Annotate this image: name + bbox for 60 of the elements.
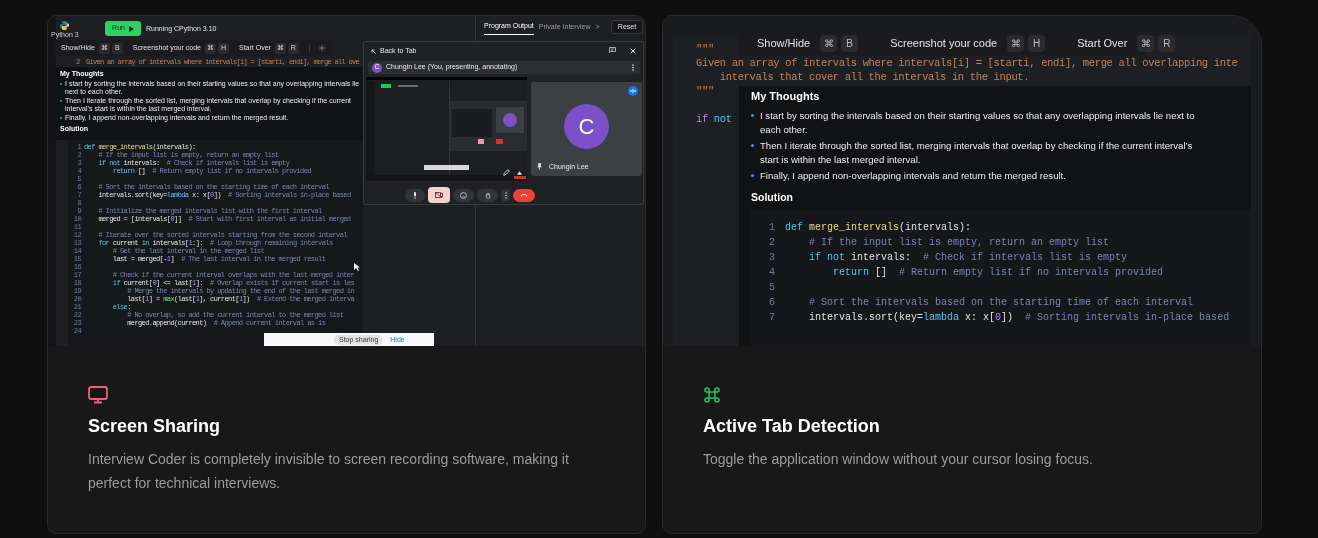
- play-icon: [128, 25, 134, 32]
- card-description: Interview Coder is completely invisible to screen recording software, making it perfect for technical interviews.: [88, 450, 570, 493]
- thought-text: Then I iterate through the sorted list, merging intervals that overlap by checking if the current interval’s start is within the last merged interval.: [760, 139, 1194, 166]
- chevron-up-icon[interactable]: [517, 171, 522, 175]
- chat-icon[interactable]: [609, 47, 616, 53]
- command-icon: [703, 386, 721, 404]
- more-icon: [504, 191, 507, 199]
- key-badge: R: [1158, 34, 1176, 52]
- shortcut-label: Start Over: [1077, 35, 1128, 51]
- section-heading: My Thoughts: [751, 90, 821, 103]
- more-button[interactable]: [501, 188, 510, 202]
- card-title: Screen Sharing: [88, 415, 222, 438]
- line-number: 3: [768, 251, 776, 265]
- code-line: # Sort the intervals based on the starting time of each interval: [808, 296, 1194, 310]
- settings-icon[interactable]: [317, 44, 326, 52]
- avatar-icon: C: [564, 104, 609, 149]
- shortcut-label: Screenshot your code: [890, 35, 998, 51]
- line-number: 7: [768, 311, 776, 325]
- thought-text: I start by sorting the intervals based on their starting values so that any overlapping intervals lie next to each other.: [760, 109, 1196, 136]
- key-badge: ⌘: [820, 34, 838, 52]
- line-number: 2: [768, 236, 776, 250]
- code-line: intervals that cover all the intervals in the input.: [718, 70, 1030, 84]
- code-line: if not: [696, 112, 732, 126]
- code-line: intervals.sort(key=lambda x: x[0]) # Sorting intervals in-place based: [808, 311, 1230, 325]
- line-number: 5: [768, 281, 776, 295]
- line-number: 4: [768, 266, 776, 280]
- line-number: 6: [768, 296, 776, 310]
- camera-off-icon: [435, 192, 443, 198]
- section-heading: Solution: [751, 190, 794, 204]
- pen-icon[interactable]: [503, 169, 510, 176]
- key-badge: ⌘: [1007, 34, 1025, 52]
- python-logo-icon: [59, 20, 70, 31]
- key-badge: H: [1028, 34, 1046, 52]
- code-line: """: [696, 84, 714, 98]
- code-line: return [] # Return empty list if no intervals provided: [832, 266, 1164, 280]
- raise-hand-button[interactable]: [477, 188, 498, 202]
- shortcut-label: Show/Hide: [757, 35, 811, 51]
- camera-button[interactable]: [428, 187, 450, 203]
- code-line: if not intervals: # Check if intervals list is empty: [808, 251, 1128, 265]
- emoji-icon: [460, 191, 467, 199]
- code-line: def merge_intervals(intervals):: [785, 221, 972, 235]
- hang-up-button[interactable]: [513, 188, 535, 202]
- close-icon[interactable]: [630, 48, 636, 54]
- code-line: Given an array of intervals where intervals[i] = [starti, endi], merge all overlapping inte: [696, 56, 1238, 70]
- pin-icon[interactable]: [537, 163, 542, 170]
- cursor-icon: [354, 263, 361, 271]
- hang-up-icon: [520, 193, 528, 197]
- emoji-button[interactable]: [453, 188, 474, 202]
- thought-text: Finally, I append non-overlapping intervals and return the merged result.: [760, 169, 1066, 183]
- audio-badge-icon: [628, 86, 638, 96]
- code-line: """: [696, 42, 714, 56]
- mic-button[interactable]: [405, 188, 425, 202]
- arrow-icon: [371, 48, 376, 54]
- code-line: # If the input list is empty, return an empty list: [808, 236, 1110, 250]
- card-title: Active Tab Detection: [703, 415, 881, 438]
- card-description: Toggle the application window without your cursor losing focus.: [703, 450, 1094, 469]
- key-badge: ⌘: [1137, 34, 1155, 52]
- monitor-icon: [88, 386, 108, 404]
- key-badge: B: [841, 34, 859, 52]
- line-number: 1: [768, 221, 776, 235]
